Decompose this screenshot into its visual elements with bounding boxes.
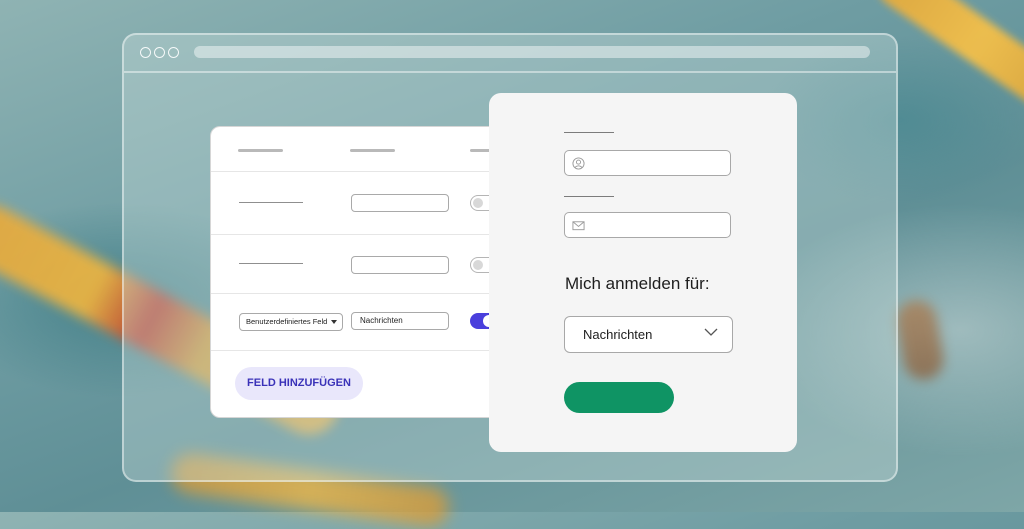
name-label-placeholder <box>564 132 614 133</box>
subscribe-select-value: Nachrichten <box>583 327 653 342</box>
custom-field-value-input[interactable]: Nachrichten <box>351 312 449 330</box>
email-input[interactable] <box>564 212 731 238</box>
column-header-placeholder <box>238 149 283 152</box>
row-divider <box>211 171 514 172</box>
row-divider <box>211 293 514 294</box>
submit-button[interactable] <box>564 382 674 413</box>
form-builder-card: Benutzerdefiniertes Feld Nachrichten FEL… <box>210 126 515 418</box>
toggle-knob <box>473 198 483 208</box>
custom-field-select[interactable]: Benutzerdefiniertes Feld <box>239 313 343 331</box>
row-divider <box>211 350 514 351</box>
field-input[interactable] <box>351 256 449 274</box>
subscribe-heading: Mich anmelden für: <box>565 274 710 293</box>
address-bar[interactable] <box>194 46 870 58</box>
toggle-knob <box>473 260 483 270</box>
window-control-dot[interactable] <box>140 47 151 58</box>
subscribe-select[interactable]: Nachrichten <box>564 316 733 353</box>
field-input[interactable] <box>351 194 449 212</box>
signup-form-card: Mich anmelden für: Nachrichten <box>489 93 797 452</box>
field-label-placeholder <box>239 202 303 203</box>
chevron-down-icon <box>704 328 718 336</box>
custom-field-select-value: Benutzerdefiniertes Feld <box>246 317 328 326</box>
email-label-placeholder <box>564 196 614 197</box>
browser-toolbar <box>124 35 896 73</box>
window-control-dot[interactable] <box>154 47 165 58</box>
user-icon <box>572 157 585 170</box>
row-divider <box>211 234 514 235</box>
field-label-placeholder <box>239 263 303 264</box>
mail-icon <box>572 221 585 231</box>
window-control-dot[interactable] <box>168 47 179 58</box>
add-field-button[interactable]: FELD HINZUFÜGEN <box>235 367 363 400</box>
name-input[interactable] <box>564 150 731 176</box>
swimmer <box>893 297 947 383</box>
column-header-placeholder <box>350 149 395 152</box>
caret-down-icon <box>331 320 337 324</box>
